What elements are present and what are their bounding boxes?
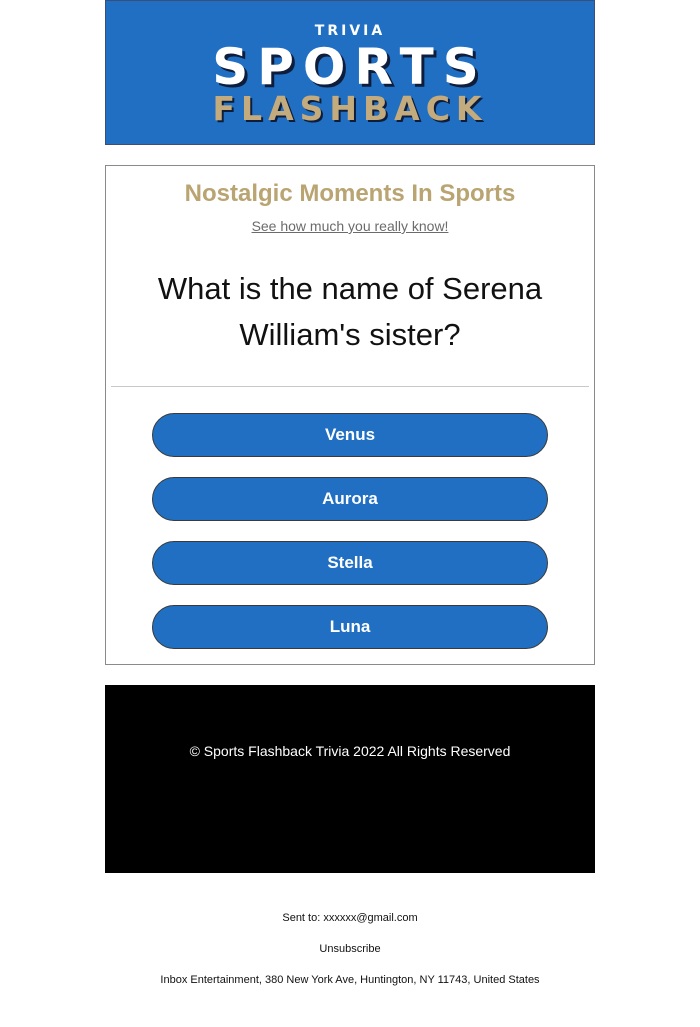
header-banner: TRIVIA SPORTS FLASHBACK <box>105 0 595 145</box>
trivia-card: Nostalgic Moments In Sports See how much… <box>105 165 595 665</box>
logo-sports-text: SPORTS <box>212 38 488 96</box>
unsubscribe-link[interactable]: Unsubscribe <box>0 943 700 955</box>
card-title: Nostalgic Moments In Sports <box>184 180 516 207</box>
copyright-text: © Sports Flashback Trivia 2022 All Right… <box>189 743 511 759</box>
sent-to-text: Sent to: xxxxxx@gmail.com <box>282 912 418 924</box>
answer-button-venus[interactable]: Venus <box>152 413 548 457</box>
answer-button-aurora[interactable]: Aurora <box>152 477 548 521</box>
answer-button-stella[interactable]: Stella <box>152 541 548 585</box>
footer-banner: © Sports Flashback Trivia 2022 All Right… <box>105 685 595 873</box>
address-text: Inbox Entertainment, 380 New York Ave, H… <box>160 974 540 986</box>
divider <box>111 386 589 387</box>
subtitle-link[interactable]: See how much you really know! <box>106 218 594 234</box>
question-text: What is the name of Serena William's sis… <box>157 271 543 352</box>
logo-flashback-text: FLASHBACK <box>212 89 488 128</box>
email-page: TRIVIA SPORTS FLASHBACK Nostalgic Moment… <box>0 0 700 1027</box>
answer-button-luna[interactable]: Luna <box>152 605 548 649</box>
